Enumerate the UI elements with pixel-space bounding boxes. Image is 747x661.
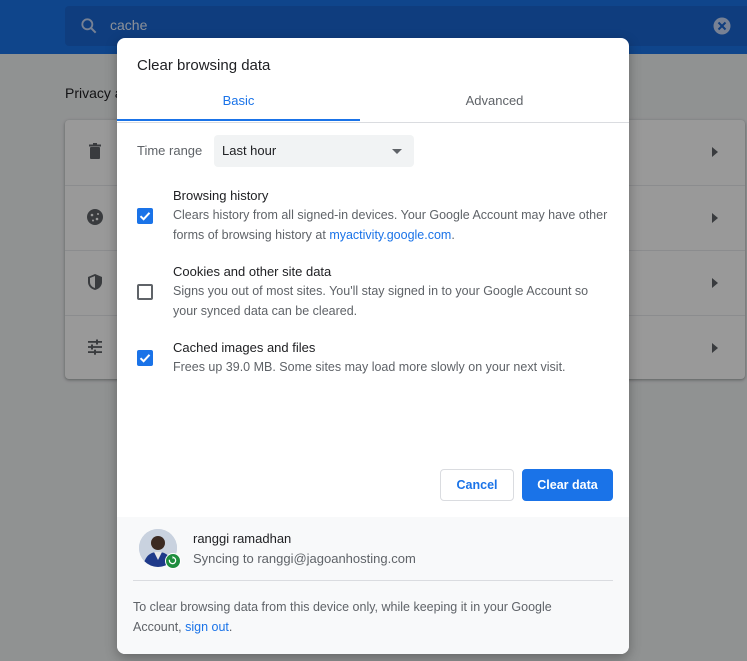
active-tab-indicator — [117, 119, 360, 121]
option-description: Clears history from all signed-in device… — [173, 208, 608, 242]
footer-note: To clear browsing data from this device … — [133, 600, 552, 634]
account-footer: ranggi ramadhan Syncing to ranggi@jagoan… — [117, 517, 629, 654]
clear-browsing-data-dialog: Clear browsing data Basic Advanced Time … — [117, 38, 629, 654]
time-range-select[interactable]: Last hour — [214, 135, 414, 167]
sync-icon — [165, 553, 181, 569]
dropdown-arrow-icon — [392, 149, 402, 154]
option-description: Frees up 39.0 MB. Some sites may load mo… — [173, 360, 566, 374]
account-name: ranggi ramadhan — [193, 531, 292, 546]
time-range-value: Last hour — [222, 143, 277, 158]
option-title: Cookies and other site data — [173, 264, 332, 279]
tab-advanced[interactable]: Advanced — [373, 88, 616, 120]
sync-status: Syncing to ranggi@jagoanhosting.com — [193, 551, 416, 566]
time-range-label: Time range — [137, 143, 203, 158]
option-description: Signs you out of most sites. You'll stay… — [173, 284, 589, 318]
dialog-title: Clear browsing data — [137, 57, 271, 74]
myactivity-link[interactable]: myactivity.google.com — [329, 228, 451, 242]
cancel-button[interactable]: Cancel — [440, 469, 514, 501]
tab-basic[interactable]: Basic — [117, 88, 360, 120]
dialog-tabs: Basic Advanced — [117, 88, 629, 123]
checkbox-cookies[interactable] — [137, 284, 153, 300]
option-title: Browsing history — [173, 188, 269, 203]
checkmark-icon — [139, 354, 151, 363]
sign-out-link[interactable]: sign out — [185, 620, 229, 634]
clear-data-button[interactable]: Clear data — [522, 469, 613, 501]
checkbox-cached-images[interactable] — [137, 350, 153, 366]
footer-divider — [133, 580, 613, 581]
checkmark-icon — [139, 212, 151, 221]
option-title: Cached images and files — [173, 340, 316, 355]
checkbox-browsing-history[interactable] — [137, 208, 153, 224]
